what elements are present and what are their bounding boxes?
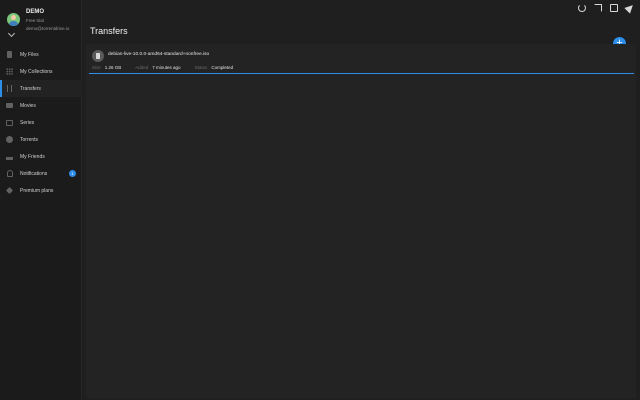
transfer-meta: Size 1.26 GB Added 7 minutes ago Status … — [92, 65, 243, 70]
sidebar-item-notifications[interactable]: Notifications 1 — [0, 165, 82, 182]
top-bar — [82, 0, 640, 18]
sidebar-item-label: Premium plans — [20, 187, 54, 194]
sidebar: DEMO Free trial demo@torrentdrive.io My … — [0, 0, 82, 400]
sidebar-item-label: Notifications — [20, 170, 48, 177]
added-label: Added — [135, 65, 149, 70]
sidebar-item-label: Series — [20, 119, 35, 126]
sidebar-item-label: Movies — [20, 102, 36, 109]
tag-icon — [5, 186, 14, 195]
size-label: Size — [92, 65, 101, 70]
sidebar-item-label: Torrents — [20, 136, 39, 143]
profile[interactable]: DEMO Free trial demo@torrentdrive.io — [0, 0, 81, 44]
friends-icon — [6, 153, 13, 160]
status-value: Completed — [211, 65, 234, 70]
bell-icon — [7, 170, 13, 177]
avatar[interactable] — [7, 13, 20, 26]
movie-icon — [6, 103, 13, 108]
notification-badge: 1 — [69, 170, 76, 177]
sidebar-item-torrents[interactable]: Torrents — [0, 131, 82, 148]
top-bar-actions — [578, 2, 636, 14]
transfer-filename: debian-live-10.0.0-amd64-standard+nonfre… — [108, 52, 210, 57]
sidebar-item-my-friends[interactable]: My Friends — [0, 148, 82, 165]
status-label: Status — [194, 65, 208, 70]
transfers-panel: debian-live-10.0.0-amd64-standard+nonfre… — [86, 44, 636, 398]
tv-icon — [6, 119, 13, 126]
size-value: 1.26 GB — [104, 65, 122, 70]
added-value: 7 minutes ago — [152, 65, 181, 70]
transfer-icon — [7, 85, 12, 92]
grid-icon — [6, 68, 13, 75]
profile-email: demo@torrentdrive.io — [26, 26, 70, 31]
page-title: Transfers — [90, 26, 128, 36]
sidebar-item-label: My Collections — [20, 68, 53, 75]
sidebar-item-label: My Friends — [20, 153, 45, 160]
sidebar-item-movies[interactable]: Movies — [0, 97, 82, 114]
refresh-icon[interactable] — [578, 4, 586, 12]
transfer-item[interactable]: debian-live-10.0.0-amd64-standard+nonfre… — [89, 46, 634, 74]
sidebar-item-premium-plans[interactable]: Premium plans — [0, 182, 82, 199]
send-icon[interactable] — [624, 2, 636, 14]
sidebar-item-label: Transfers — [20, 85, 41, 92]
sidebar-item-my-files[interactable]: My Files — [0, 46, 82, 63]
sidebar-item-transfers[interactable]: Transfers — [0, 80, 82, 97]
sidebar-item-series[interactable]: Series — [0, 114, 82, 131]
cast-icon[interactable] — [594, 4, 602, 12]
file-icon — [7, 51, 12, 58]
sidebar-nav: My Files My Collections Transfers Movies… — [0, 46, 82, 199]
torrent-icon — [6, 136, 13, 143]
sidebar-item-my-collections[interactable]: My Collections — [0, 63, 82, 80]
sidebar-item-label: My Files — [20, 51, 39, 58]
profile-name: DEMO — [26, 9, 44, 15]
profile-plan: Free trial — [26, 18, 44, 23]
file-icon — [92, 50, 104, 62]
chevron-down-icon[interactable] — [7, 29, 16, 38]
fullscreen-icon[interactable] — [610, 4, 618, 12]
